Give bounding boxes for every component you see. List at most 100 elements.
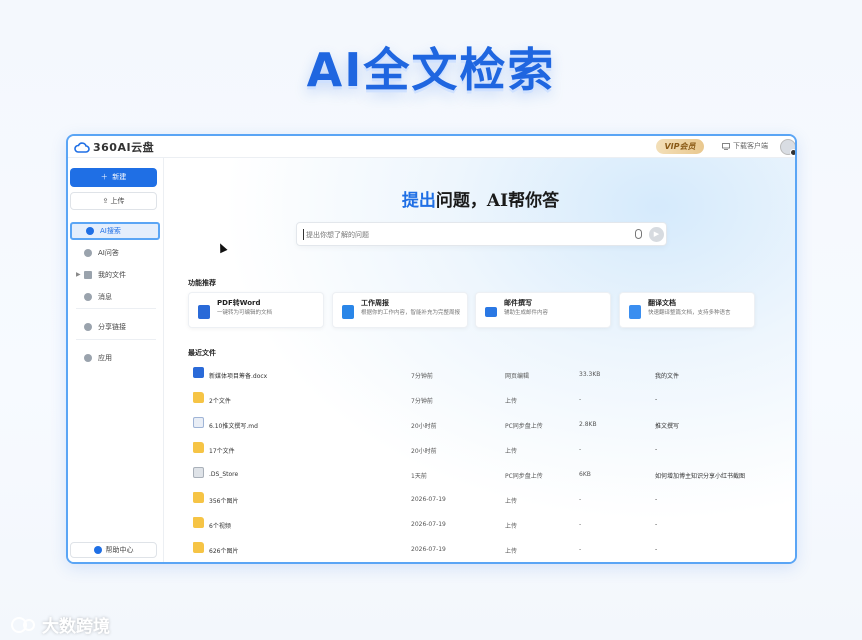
pdf-to-word-icon — [198, 305, 210, 319]
file-location: - — [655, 546, 658, 553]
table-row[interactable]: 6个视频 2026-07-19 上传 - - — [188, 514, 778, 534]
bell-icon — [84, 293, 92, 301]
upload-icon: ⇪ — [102, 197, 109, 205]
word-file-icon — [193, 367, 204, 378]
search-heading-rest: 问题，AI帮你答 — [435, 191, 560, 211]
app-window: 360AI云盘 VIP会员 下载客户端 ＋ 新建 ⇪ 上传 AI搜索 AI问答 … — [66, 134, 797, 564]
file-size: - — [579, 521, 582, 528]
feature-card-translate-doc[interactable]: 翻译文档 快速翻译整篇文档，支持多种语言 — [619, 292, 755, 328]
file-source: 上传 — [505, 448, 518, 455]
sidebar-item-label: AI搜索 — [100, 227, 121, 235]
file-source: PC同步盘上传 — [505, 473, 543, 480]
file-name[interactable]: 17个文件 — [209, 446, 235, 455]
file-location: - — [655, 521, 658, 528]
app-icon — [84, 354, 92, 362]
file-name[interactable]: 6个视频 — [209, 521, 231, 530]
file-source: 上传 — [505, 398, 518, 405]
folder-icon — [193, 517, 204, 528]
new-button-label: 新建 — [112, 173, 127, 181]
feature-card-pdf-to-word[interactable]: PDF转Word 一键转为可编辑的文档 — [188, 292, 324, 328]
file-location: - — [655, 446, 658, 453]
app-logo[interactable]: 360AI云盘 — [74, 139, 154, 155]
sidebar-divider — [76, 339, 156, 340]
file-time: 7分钟前 — [411, 398, 433, 405]
file-time: 1天前 — [411, 473, 427, 480]
file-time: 2026-07-19 — [411, 521, 446, 528]
sidebar-item-share-links[interactable]: 分享链接 — [70, 318, 160, 336]
search-input[interactable] — [306, 227, 626, 242]
calendar-icon — [342, 305, 354, 319]
sidebar-item-label: AI问答 — [98, 249, 119, 257]
file-name[interactable]: 2个文件 — [209, 396, 231, 405]
new-button[interactable]: ＋ 新建 — [70, 168, 157, 187]
file-size: 33.3KB — [579, 371, 601, 378]
file-time: 7分钟前 — [411, 373, 433, 380]
feature-card-title: 工作周报 — [361, 299, 389, 307]
table-row[interactable]: 626个图片 2026-07-19 上传 - - — [188, 539, 778, 559]
file-location[interactable]: 我的文件 — [655, 371, 679, 380]
file-source: PC同步盘上传 — [505, 423, 543, 430]
help-center-button[interactable]: 帮助中心 — [70, 542, 157, 558]
features-heading: 功能推荐 — [188, 279, 216, 287]
sidebar-item-my-files[interactable]: ▶ 我的文件 — [70, 266, 160, 284]
sidebar: ＋ 新建 ⇪ 上传 AI搜索 AI问答 ▶ 我的文件 消息 分享链接 应用 帮助… — [68, 158, 164, 562]
file-name[interactable]: 新媒体项目筹备.docx — [209, 371, 267, 380]
vip-button[interactable]: VIP会员 — [656, 139, 704, 154]
upload-button-label: 上传 — [110, 197, 125, 205]
file-size: - — [579, 496, 582, 503]
file-time: 20小时前 — [411, 423, 437, 430]
file-name[interactable]: 6.10推文撰写.md — [209, 421, 258, 430]
mail-icon — [485, 307, 497, 317]
feature-card-email-writing[interactable]: 邮件撰写 辅助生成邮件内容 — [475, 292, 611, 328]
sidebar-item-label: 消息 — [98, 293, 112, 301]
feature-card-weekly-report[interactable]: 工作周报 根据你的工作内容，智能补充为完整周报 — [332, 292, 468, 328]
help-icon — [93, 546, 102, 554]
feature-card-title: 邮件撰写 — [504, 299, 532, 307]
app-logo-text: 360AI云盘 — [93, 141, 155, 154]
table-row[interactable]: 2个文件 7分钟前 上传 - - — [188, 389, 778, 409]
table-row[interactable]: 17个文件 20小时前 上传 - - — [188, 439, 778, 459]
sidebar-item-label: 应用 — [98, 354, 112, 362]
file-size: 2.8KB — [579, 421, 597, 428]
chevron-right-icon[interactable]: ▶ — [76, 271, 81, 278]
avatar-status-badge — [790, 149, 795, 156]
file-source: 上传 — [505, 498, 518, 505]
translate-icon — [629, 305, 641, 319]
sidebar-item-ai-qa[interactable]: AI问答 — [70, 244, 160, 262]
generic-file-icon — [193, 467, 204, 478]
feature-card-title: 翻译文档 — [648, 299, 676, 307]
folder-icon — [193, 392, 204, 403]
download-client-button[interactable]: 下载客户端 — [722, 141, 768, 151]
cloud-logo-icon — [74, 141, 90, 153]
file-name[interactable]: 626个图片 — [209, 546, 238, 555]
hero-title: AI全文检索 — [306, 43, 556, 97]
upload-button[interactable]: ⇪ 上传 — [70, 192, 157, 210]
ai-search-icon — [86, 227, 94, 235]
search-heading: 提出问题，AI帮你答 — [164, 186, 795, 211]
file-location[interactable]: 如何增加博主知识分享小红书截图 — [655, 471, 745, 480]
microphone-icon[interactable] — [635, 229, 642, 239]
send-arrow-icon: ▶ — [653, 230, 660, 238]
file-name[interactable]: 356个图片 — [209, 496, 238, 505]
table-row[interactable]: .DS_Store 1天前 PC同步盘上传 6KB 如何增加博主知识分享小红书截… — [188, 464, 778, 484]
file-time: 2026-07-19 — [411, 496, 446, 503]
file-size: - — [579, 446, 582, 453]
search-box[interactable]: ▶ — [296, 222, 667, 246]
table-row[interactable]: 356个图片 2026-07-19 上传 - - — [188, 489, 778, 509]
table-row[interactable]: 新媒体项目筹备.docx 7分钟前 网页编辑 33.3KB 我的文件 — [188, 364, 778, 384]
file-location[interactable]: 推文撰写 — [655, 421, 679, 430]
watermark: 大数跨境 — [10, 612, 110, 637]
sidebar-item-apps[interactable]: 应用 — [70, 349, 160, 367]
plus-icon: ＋ — [100, 173, 108, 181]
sidebar-item-messages[interactable]: 消息 — [70, 288, 160, 306]
sidebar-item-ai-search[interactable]: AI搜索 — [70, 222, 160, 240]
folder-icon — [193, 542, 204, 553]
share-icon — [84, 323, 92, 331]
file-location: - — [655, 396, 658, 403]
send-button[interactable]: ▶ — [649, 227, 664, 242]
sidebar-divider — [76, 308, 156, 309]
avatar[interactable] — [780, 139, 795, 156]
file-name[interactable]: .DS_Store — [209, 471, 238, 478]
feature-card-desc: 根据你的工作内容，智能补充为完整周报 — [361, 310, 461, 316]
table-row[interactable]: 6.10推文撰写.md 20小时前 PC同步盘上传 2.8KB 推文撰写 — [188, 414, 778, 434]
